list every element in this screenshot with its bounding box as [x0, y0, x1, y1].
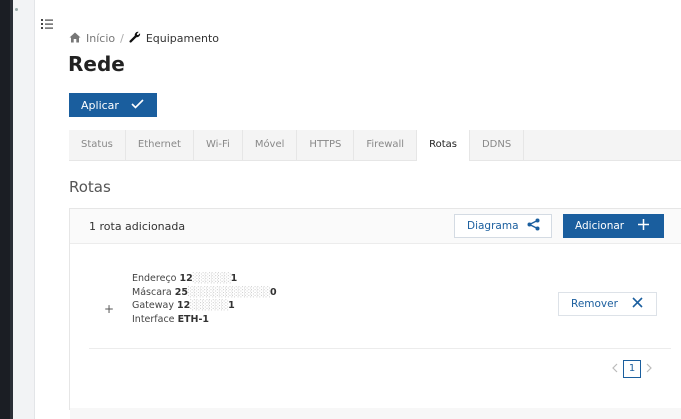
mask-label: Máscara: [132, 286, 175, 298]
route-mask-row: Máscara 25░░░░░░░░░░░░░0: [132, 286, 277, 300]
diagram-button-label: Diagrama: [467, 220, 519, 232]
app-edge: [0, 0, 10, 419]
wrench-icon: [129, 31, 141, 46]
breadcrumb: Início / Equipamento: [69, 31, 219, 46]
gateway-suffix: 1: [228, 300, 235, 311]
apply-button[interactable]: Aplicar: [69, 93, 157, 117]
interface-label: Interface: [132, 313, 178, 325]
address-suffix: 1: [230, 273, 238, 284]
redacted-mask: ░░░░░░: [190, 300, 229, 311]
route-address-row: Endereço 12░░░░░░1: [132, 272, 277, 286]
main-content: Início / Equipamento Rede Aplicar Status…: [35, 0, 681, 419]
chevron-left-icon[interactable]: [612, 363, 618, 376]
remove-button-label: Remover: [571, 298, 618, 310]
redacted-mask: ░░░░░░░░░░░░░: [188, 286, 271, 298]
routes-card-header: 1 rota adicionada Diagrama Adicionar: [70, 209, 681, 244]
check-icon: [131, 98, 144, 112]
page-number[interactable]: 1: [623, 360, 641, 378]
expand-route-icon[interactable]: +: [104, 302, 114, 316]
redacted-mask: ░░░░░░: [192, 273, 232, 284]
chevron-right-icon[interactable]: [646, 363, 652, 376]
gateway-value: 12: [177, 300, 191, 311]
side-rail: [10, 0, 35, 419]
tab-https[interactable]: HTTPS: [297, 130, 355, 160]
breadcrumb-separator: /: [120, 32, 124, 45]
routes-card: 1 rota adicionada Diagrama Adicionar + E…: [69, 208, 681, 410]
tab-wifi[interactable]: Wi-Fi: [194, 130, 243, 160]
home-icon[interactable]: [69, 32, 81, 46]
address-value: 12: [179, 273, 193, 284]
tab-firewall[interactable]: Firewall: [354, 130, 418, 160]
route-details: Endereço 12░░░░░░1 Máscara 25░░░░░░░░░░░…: [132, 272, 277, 326]
tab-ethernet[interactable]: Ethernet: [126, 130, 194, 160]
routes-count: 1 rota adicionada: [89, 220, 186, 233]
mask-value: 25: [174, 286, 188, 298]
row-divider: [89, 348, 671, 349]
close-icon: [632, 297, 643, 311]
rail-bar: [10, 0, 13, 419]
gateway-label: Gateway: [132, 300, 177, 311]
apply-button-label: Aplicar: [81, 98, 119, 112]
section-title: Rotas: [69, 178, 111, 196]
route-gateway-row: Gateway 12░░░░░░1: [132, 299, 277, 313]
breadcrumb-current: Equipamento: [145, 32, 220, 45]
share-icon: [527, 218, 540, 234]
tab-status[interactable]: Status: [69, 130, 126, 160]
menu-icon[interactable]: [41, 14, 53, 33]
tab-bar: Status Ethernet Wi-Fi Móvel HTTPS Firewa…: [69, 130, 681, 161]
add-route-button[interactable]: Adicionar: [563, 214, 664, 238]
diagram-button[interactable]: Diagrama: [454, 214, 552, 238]
pagination: 1: [612, 360, 652, 378]
rail-dot: [15, 8, 18, 11]
remove-route-button[interactable]: Remover: [558, 292, 657, 316]
address-label: Endereço: [132, 273, 180, 284]
bottom-strip: [70, 408, 681, 419]
breadcrumb-home-link[interactable]: Início: [86, 32, 115, 45]
add-button-label: Adicionar: [575, 220, 625, 232]
mask-suffix: 0: [269, 286, 277, 298]
plus-icon: [638, 219, 650, 233]
tab-rotas[interactable]: Rotas: [417, 130, 470, 161]
tab-ddns[interactable]: DDNS: [470, 130, 525, 160]
interface-value: ETH-1: [177, 313, 210, 325]
page-title: Rede: [68, 52, 125, 76]
route-interface-row: Interface ETH-1: [132, 313, 277, 327]
tab-movel[interactable]: Móvel: [243, 130, 298, 160]
